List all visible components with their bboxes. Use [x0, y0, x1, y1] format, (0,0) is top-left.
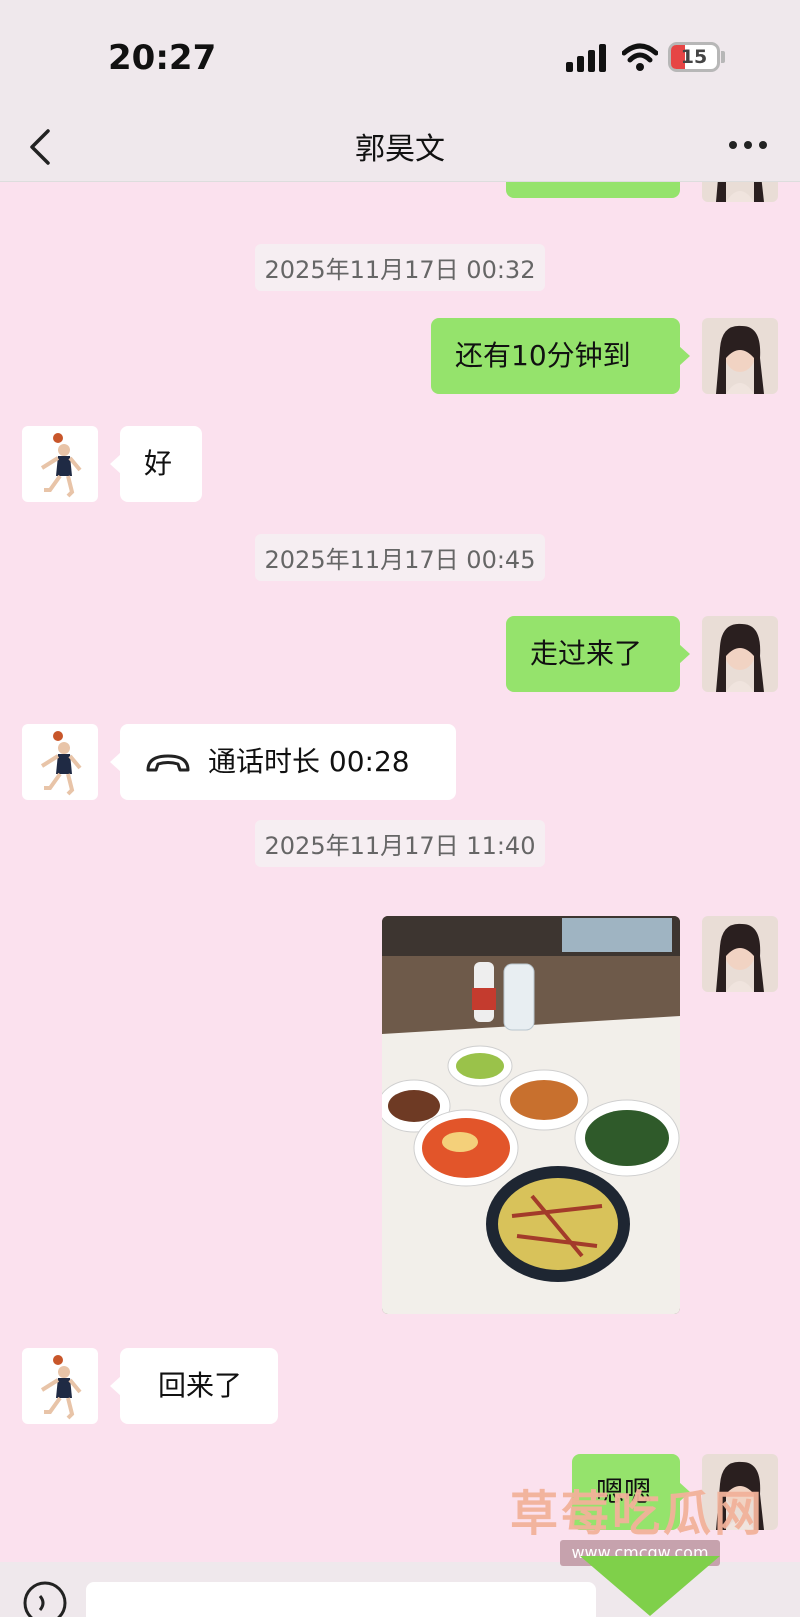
wifi-icon	[622, 43, 658, 71]
message-bubble-incoming[interactable]: 好	[110, 426, 202, 502]
ellipsis-icon[interactable]	[728, 138, 768, 152]
voice-input-icon[interactable]	[22, 1580, 68, 1617]
message-bubble-outgoing[interactable]: 还有10分钟到	[431, 318, 690, 394]
contact-name: 郭昊文	[355, 132, 445, 167]
timestamp-text: 2025年11月17日 00:45	[254, 534, 546, 581]
timestamp: 2025年11月17日 11:40	[0, 820, 800, 867]
timestamp: 2025年11月17日 00:45	[0, 534, 800, 581]
status-bar: 20:27 15	[0, 0, 800, 110]
contact-avatar[interactable]	[22, 1348, 98, 1424]
self-avatar[interactable]	[702, 916, 778, 992]
chat-message-list[interactable]: 2025年11月17日 00:32 还有10分钟到 好 2025年11月17日 …	[0, 182, 800, 1562]
contact-avatar[interactable]	[22, 426, 98, 502]
message-bubble-incoming[interactable]: 回来了	[110, 1348, 278, 1424]
image-message[interactable]	[382, 916, 680, 1314]
phone-hangup-icon	[146, 754, 190, 772]
battery-tip	[721, 51, 725, 63]
self-avatar[interactable]	[702, 318, 778, 394]
battery-indicator: 15	[668, 42, 720, 72]
message-input[interactable]	[86, 1582, 596, 1617]
message-bubble-outgoing[interactable]: 走过来了	[506, 616, 690, 692]
self-avatar[interactable]	[702, 616, 778, 692]
timestamp: 2025年11月17日 00:32	[0, 244, 800, 291]
call-duration-text: 通话时长 00:28	[208, 745, 410, 778]
timestamp-text: 2025年11月17日 11:40	[254, 820, 546, 867]
chat-header: 郭昊文	[0, 110, 800, 182]
watermark-arrow-icon	[580, 1556, 720, 1616]
status-time: 20:27	[108, 38, 217, 78]
contact-avatar[interactable]	[22, 724, 98, 800]
call-record-bubble[interactable]: 通话时长 00:28	[110, 724, 456, 800]
battery-percent: 15	[680, 46, 708, 68]
timestamp-text: 2025年11月17日 00:32	[254, 244, 546, 291]
cellular-signal-icon	[566, 44, 606, 72]
watermark-text: 草莓吃瓜网	[510, 1486, 766, 1542]
self-avatar[interactable]	[702, 182, 778, 202]
message-bubble-partial[interactable]	[506, 182, 680, 198]
